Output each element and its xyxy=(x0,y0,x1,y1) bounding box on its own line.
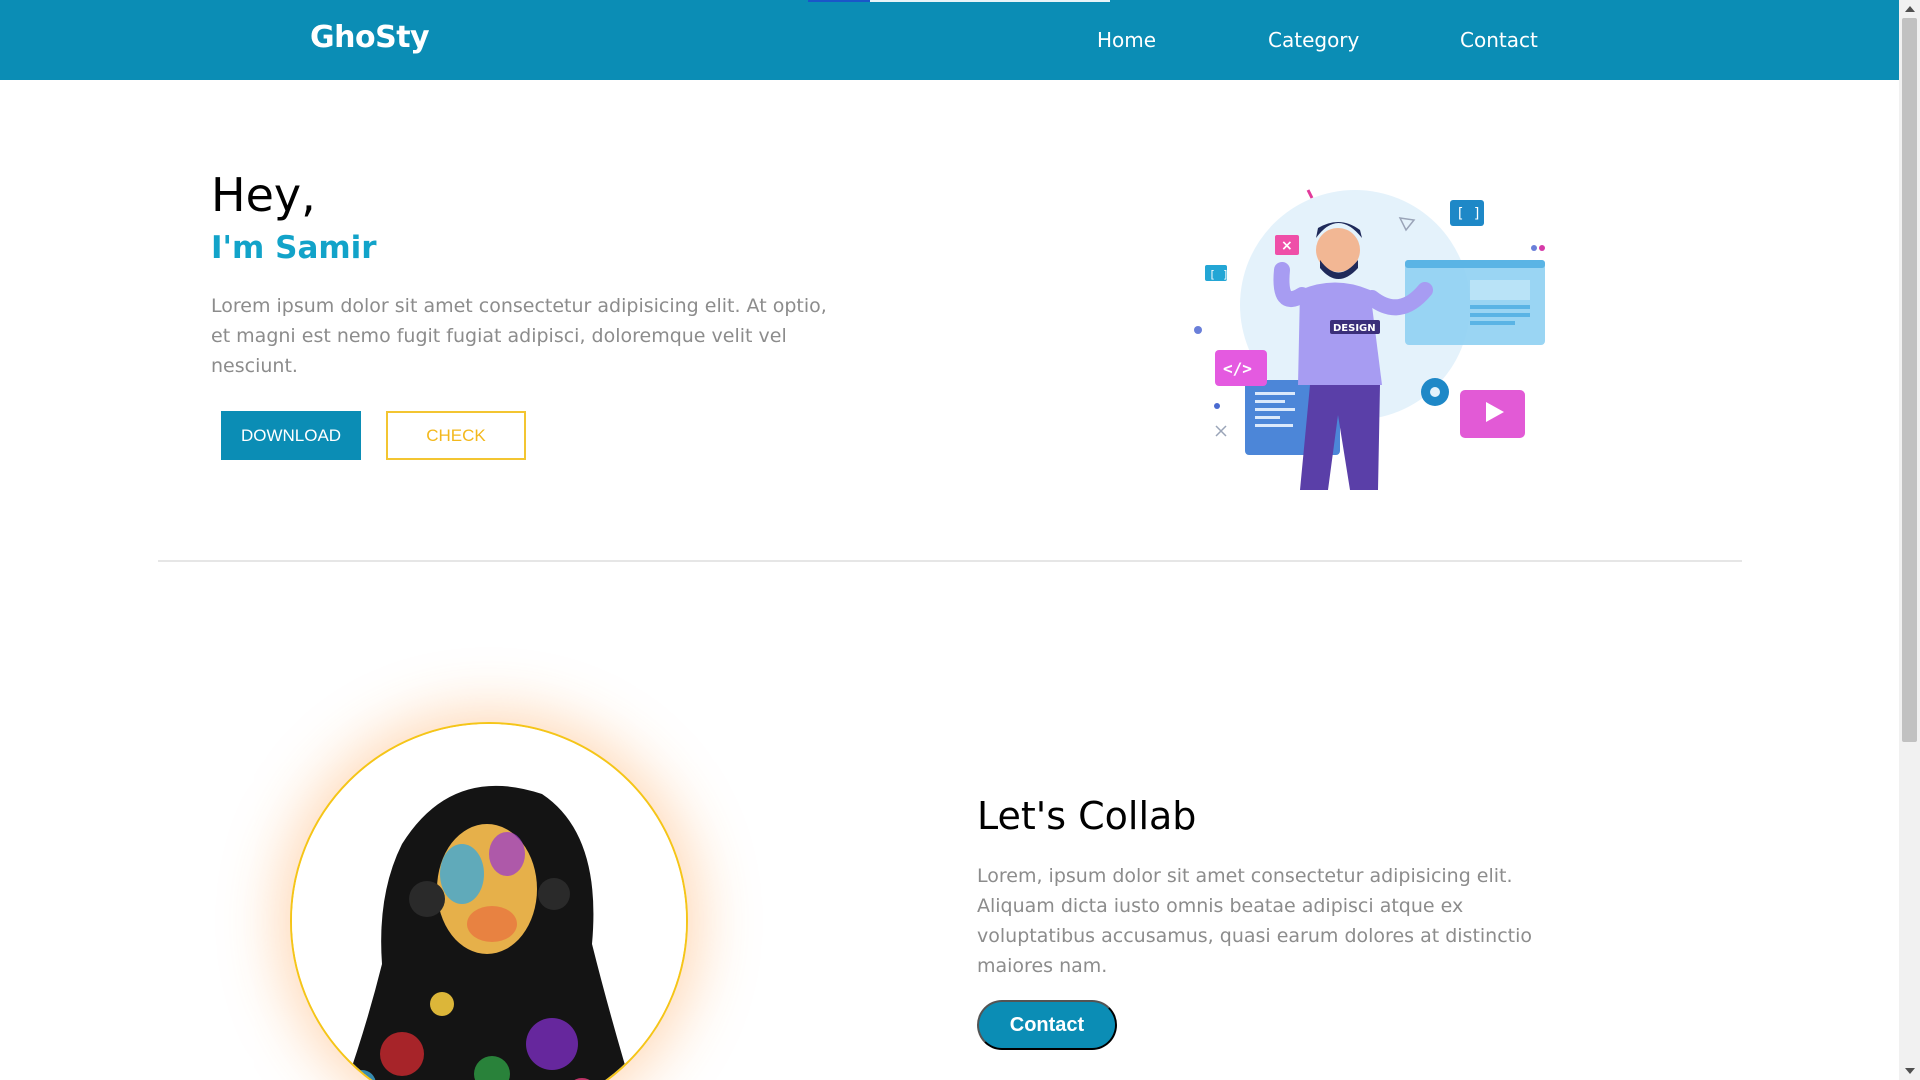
scroll-down-arrow-icon[interactable] xyxy=(1905,1068,1915,1074)
contact-button[interactable]: Contact xyxy=(977,1000,1117,1050)
portrait-image xyxy=(290,722,688,1080)
hero-title: Hey, xyxy=(211,168,316,222)
nav-accent-line-light xyxy=(870,0,1110,2)
scroll-up-arrow-icon[interactable] xyxy=(1905,6,1915,12)
hero-description: Lorem ipsum dolor sit amet consectetur a… xyxy=(211,295,827,377)
section-divider xyxy=(158,560,1742,562)
designer-illustration: [ ] [ ] </> × DESIGN xyxy=(1194,189,1545,490)
svg-text:[ ]: [ ] xyxy=(1209,268,1229,281)
svg-text:</>: </> xyxy=(1223,359,1252,378)
nav-link-contact[interactable]: Contact xyxy=(1460,28,1538,52)
check-button[interactable]: CHECK xyxy=(386,411,526,460)
collab-title: Let's Collab xyxy=(977,794,1197,838)
nav-accent-line xyxy=(808,0,870,2)
portrait-art xyxy=(292,724,686,1080)
nav-link-category[interactable]: Category xyxy=(1268,28,1359,52)
nav-link-home[interactable]: Home xyxy=(1097,28,1156,52)
illustration-badge-text: DESIGN xyxy=(1333,323,1376,334)
svg-text:×: × xyxy=(1281,238,1293,254)
svg-text:[ ]: [ ] xyxy=(1456,206,1481,222)
scrollbar-track[interactable] xyxy=(1899,0,1920,1080)
collab-description: Lorem, ipsum dolor sit amet consectetur … xyxy=(977,865,1533,977)
hero-subtitle: I'm Samir xyxy=(211,230,377,266)
scrollbar-thumb[interactable] xyxy=(1902,18,1917,742)
navbar: GhoSty Home Category Contact xyxy=(0,0,1899,80)
brand-logo[interactable]: GhoSty xyxy=(310,20,430,55)
download-button[interactable]: DOWNLOAD xyxy=(221,411,361,460)
